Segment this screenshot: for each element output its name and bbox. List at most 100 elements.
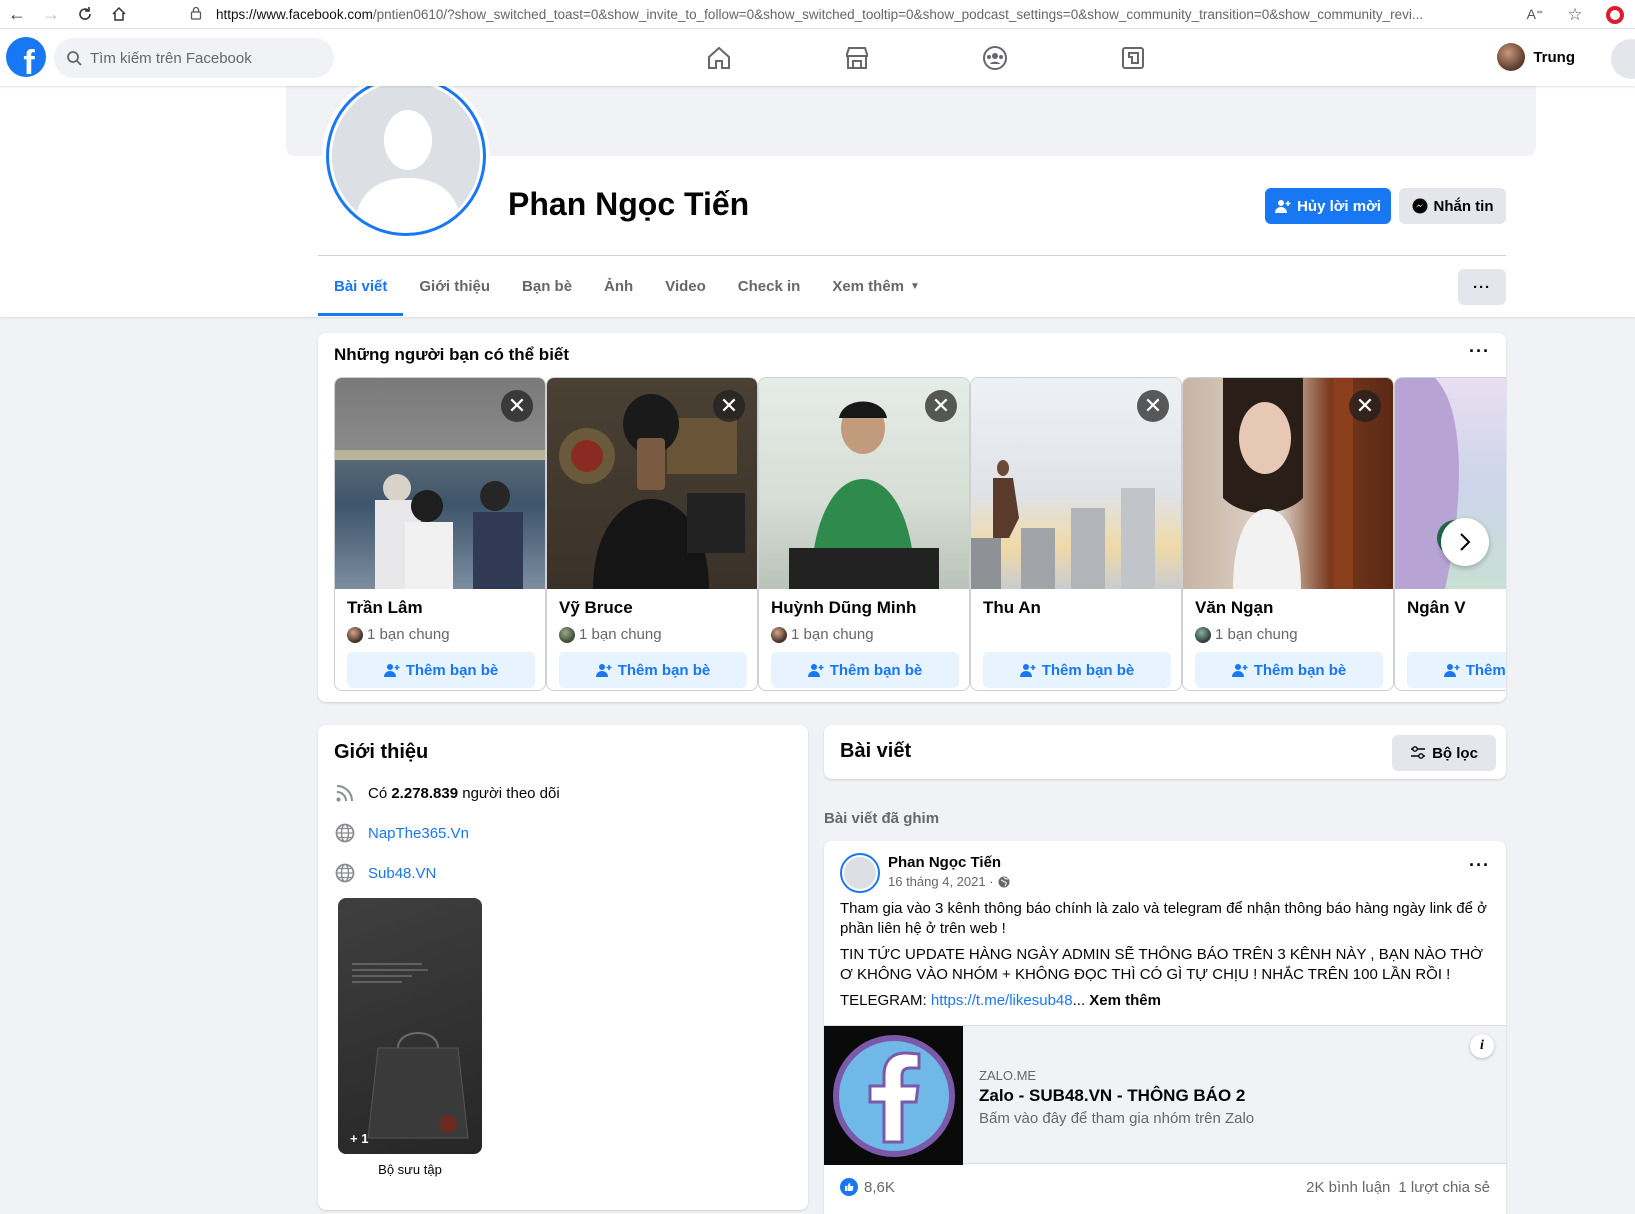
person-photo[interactable]: ✕ [547, 378, 757, 589]
reload-icon[interactable] [68, 0, 102, 29]
add-friend-button[interactable]: Thêm bạn bè [559, 652, 747, 688]
person-photo[interactable]: ✕ [759, 378, 969, 589]
message-button[interactable]: Nhắn tin [1399, 188, 1506, 224]
marketplace-icon[interactable] [788, 29, 926, 86]
tab-check-ins[interactable]: Check in [722, 256, 817, 316]
post-options-icon[interactable]: ··· [1469, 855, 1490, 876]
mutual-friends[interactable]: 1 bạn chung [1195, 626, 1298, 643]
filter-button[interactable]: Bộ lọc [1392, 735, 1496, 771]
person-photo[interactable]: ✕ [335, 378, 545, 589]
gaming-icon[interactable] [1064, 29, 1202, 86]
website-link-2[interactable]: Sub48.VN [368, 865, 436, 882]
close-icon[interactable]: ✕ [713, 390, 745, 422]
url-path: /pntien0610/?show_switched_toast=0&show_… [372, 6, 1424, 22]
post-stats: 8,6K 2K bình luận 1 lượt chia sẻ [840, 1178, 1490, 1196]
mutual-friends[interactable]: 1 bạn chung [771, 626, 874, 643]
url-host: https://www.facebook.com [216, 6, 373, 22]
like-reaction-icon [840, 1178, 858, 1196]
info-icon[interactable]: i [1470, 1034, 1494, 1058]
menu-button[interactable] [1611, 39, 1635, 79]
person-name[interactable]: Ngân V [1407, 598, 1466, 618]
tab-friends[interactable]: Bạn bè [506, 256, 588, 316]
post-author-avatar[interactable] [840, 853, 880, 893]
see-more-link[interactable]: Xem thêm [1089, 992, 1161, 1009]
link-preview[interactable]: ZALO.ME Zalo - SUB48.VN - THÔNG BÁO 2 Bấ… [824, 1025, 1506, 1165]
close-icon[interactable]: ✕ [1137, 390, 1169, 422]
add-friend-label: Thêm bạn bè [405, 661, 499, 679]
person-photo[interactable]: ✕ [971, 378, 1181, 589]
message-label: Nhắn tin [1433, 197, 1494, 215]
profile-picture[interactable] [322, 72, 490, 240]
profile-tabs: Bài viết Giới thiệu Bạn bè Ảnh Video Che… [318, 256, 936, 316]
facebook-logo-icon[interactable]: f [6, 37, 46, 77]
likes-count[interactable]: 8,6K [864, 1179, 895, 1196]
add-friend-label: Thêm bạn bè [1253, 661, 1347, 679]
comments-count[interactable]: 2K bình luận [1306, 1179, 1390, 1196]
browser-toolbar: ← → https://www.facebook.com/pntien0610/… [0, 0, 1635, 29]
close-icon[interactable]: ✕ [1349, 390, 1381, 422]
mutual-friends[interactable]: 1 bạn chung [347, 626, 450, 643]
person-name[interactable]: Vỹ Bruce [559, 598, 633, 618]
post-timestamp[interactable]: 16 tháng 4, 2021 · [888, 874, 1010, 889]
nav-profile-shortcut[interactable]: Trung [1497, 43, 1575, 71]
person-name[interactable]: Thu An [983, 598, 1041, 618]
add-friend-button[interactable]: Thêm bạn bè [1195, 652, 1383, 688]
opera-extension-icon[interactable] [1595, 0, 1635, 29]
mutual-count: 1 bạn chung [579, 626, 662, 643]
tab-videos[interactable]: Video [649, 256, 722, 316]
tab-more[interactable]: Xem thêm ▼ [816, 256, 936, 316]
tab-about[interactable]: Giới thiệu [403, 256, 506, 316]
post-paragraph: TIN TỨC UPDATE HÀNG NGÀY ADMIN SẼ THÔNG … [840, 946, 1484, 983]
post-author-name[interactable]: Phan Ngọc Tiến [888, 854, 1001, 871]
website-link-1[interactable]: NapThe365.Vn [368, 825, 469, 842]
followers-count[interactable]: 2.278.839 [391, 785, 458, 802]
read-aloud-icon[interactable]: A⁼ [1515, 0, 1555, 29]
caret-down-icon: ▼ [910, 280, 920, 292]
add-friend-button[interactable]: Thêm bạn bè [771, 652, 959, 688]
people-you-may-know-card: Những người bạn có thể biết ··· ✕ Trần L… [318, 333, 1506, 702]
favorites-star-icon[interactable]: ☆ [1555, 0, 1595, 29]
person-name[interactable]: Văn Ngạn [1195, 598, 1273, 618]
post-paragraph: TELEGRAM: https://t.me/likesub48... Xem … [840, 991, 1490, 1011]
home-nav-icon[interactable] [650, 29, 788, 86]
cancel-request-button[interactable]: Hủy lời mời [1265, 188, 1391, 224]
tab-posts[interactable]: Bài viết [318, 256, 404, 316]
forward-arrow-icon[interactable]: → [34, 0, 68, 29]
person-photo[interactable]: ✕ [1183, 378, 1393, 589]
close-icon[interactable]: ✕ [501, 390, 533, 422]
add-friend-button[interactable]: Thêm bạn bè [983, 652, 1171, 688]
search-input[interactable]: Tìm kiếm trên Facebook [54, 38, 334, 78]
pymk-options-icon[interactable]: ··· [1469, 341, 1490, 362]
home-icon[interactable] [102, 0, 136, 29]
close-icon[interactable]: ✕ [925, 390, 957, 422]
more-options-button[interactable]: ··· [1458, 269, 1506, 305]
followers-prefix: Có [368, 784, 392, 802]
add-friend-button[interactable]: Thêm bạn bè [1407, 652, 1506, 688]
tab-photos[interactable]: Ảnh [588, 256, 649, 316]
person-card[interactable]: ✕ Huỳnh Dũng Minh 1 bạn chung Thêm bạn b… [758, 377, 970, 691]
person-card[interactable]: ✕ Trần Lâm 1 bạn chung Thêm bạn bè [334, 377, 546, 691]
add-friend-label: Thêm bạn bè [1465, 661, 1506, 679]
mutual-count: 1 bạn chung [1215, 626, 1298, 643]
person-card[interactable]: ✕ Thu An Thêm bạn bè [970, 377, 1182, 691]
shares-count[interactable]: 1 lượt chia sẻ [1398, 1179, 1490, 1196]
address-bar[interactable]: https://www.facebook.com/pntien0610/?sho… [190, 2, 1520, 26]
groups-icon[interactable] [926, 29, 1064, 86]
pinned-posts-label: Bài viết đã ghim [824, 810, 940, 827]
telegram-link[interactable]: https://t.me/likesub48 [931, 992, 1073, 1009]
person-add-icon [1231, 664, 1248, 677]
person-name[interactable]: Trần Lâm [347, 598, 423, 618]
link-preview-title: Zalo - SUB48.VN - THÔNG BÁO 2 [979, 1086, 1246, 1105]
carousel-next-button[interactable] [1441, 518, 1489, 566]
back-arrow-icon[interactable]: ← [0, 0, 34, 29]
add-friend-label: Thêm bạn bè [617, 661, 711, 679]
person-name[interactable]: Huỳnh Dũng Minh [771, 598, 916, 618]
add-friend-button[interactable]: Thêm bạn bè [347, 652, 535, 688]
tab-label: Check in [737, 277, 801, 295]
featured-collection[interactable]: + 1 [338, 898, 482, 1154]
person-card[interactable]: ✕ Văn Ngạn 1 bạn chung Thêm bạn bè [1182, 377, 1394, 691]
pinned-post: Phan Ngọc Tiến 16 tháng 4, 2021 · ··· Th… [824, 841, 1506, 1214]
person-card[interactable]: ✕ Vỹ Bruce 1 bạn chung Thêm bạn bè [546, 377, 758, 691]
mutual-friends[interactable]: 1 bạn chung [559, 626, 662, 643]
collection-label[interactable]: Bộ sưu tập [338, 1162, 482, 1177]
